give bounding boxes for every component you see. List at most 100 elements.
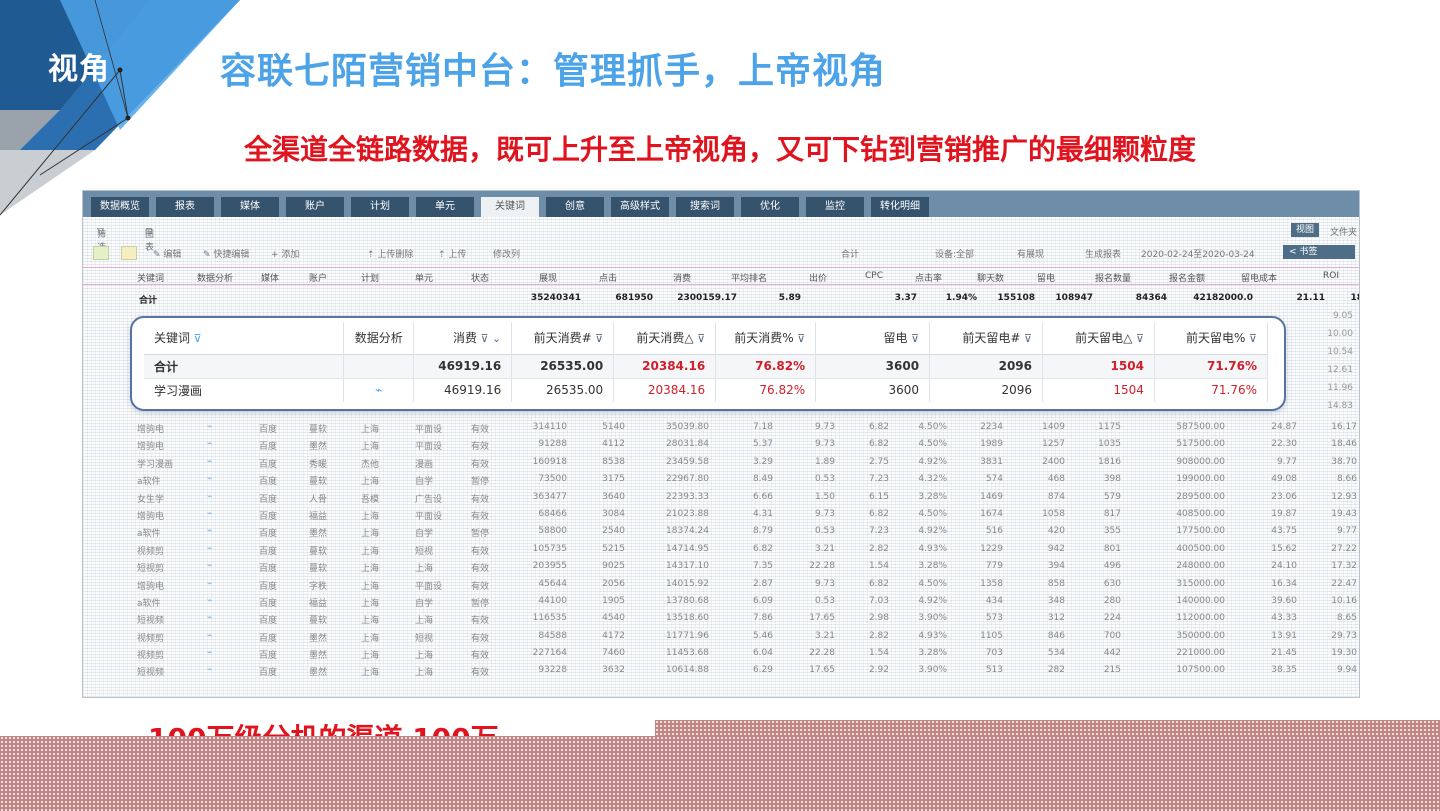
callout-header-9[interactable]: 前天留电% ⊽ <box>1154 322 1269 355</box>
device-select[interactable]: 设备:全部 <box>935 247 974 260</box>
column-header-4[interactable]: 计划 <box>361 271 379 284</box>
trend-icon[interactable]: ⌁ <box>207 474 212 484</box>
tab-6[interactable]: 关键词 <box>481 197 539 217</box>
table-row[interactable]: 增驹电 百度 蔓软 上海 平面设 有效 314110 5140 35039.80 7.18 9.73… <box>83 419 1359 436</box>
column-header-13[interactable]: 点击率 <box>915 271 942 284</box>
column-header-14[interactable]: 聊天数 <box>977 271 1004 284</box>
has-data-filter[interactable]: 有展现 <box>1017 247 1044 260</box>
column-header-11[interactable]: 出价 <box>809 271 827 284</box>
folder-button[interactable]: 文件夹 <box>1330 225 1357 238</box>
tab-9[interactable]: 搜索词 <box>676 197 734 217</box>
filter-icon[interactable]: ⊽ <box>1020 332 1032 345</box>
trend-icon[interactable]: ⌁ <box>207 631 212 641</box>
callout-header-6[interactable]: 留电 ⊽ <box>815 322 931 355</box>
total-toggle[interactable]: 合计 <box>841 247 859 260</box>
modify-columns-button[interactable]: 修改列 <box>493 247 520 260</box>
callout-header-2[interactable]: 消费 ⊽ ⌄ <box>413 322 513 355</box>
table-row[interactable]: 视频剪 百度 墨然 上海 短视 有效 84588 4172 11771.96 5.46 3.21 2.… <box>83 628 1359 645</box>
bookmark-button[interactable]: < 书签 <box>1283 245 1355 259</box>
trend-icon[interactable]: ⌁ <box>207 492 212 502</box>
tab-8[interactable]: 高级样式 <box>611 197 669 217</box>
column-header-17[interactable]: 报名金额 <box>1169 271 1205 284</box>
column-header-10[interactable]: 平均排名 <box>731 271 767 284</box>
upload-delete-button[interactable]: ⇡ 上传删除 <box>367 247 413 260</box>
data-analysis-cell[interactable] <box>343 354 415 379</box>
table-row[interactable]: 短视频 百度 蔓软 上海 上海 有效 116535 4540 13518.60 7.86 17.65… <box>83 610 1359 627</box>
trend-icon[interactable]: ⌁ <box>207 665 212 675</box>
table-row[interactable]: 短视频 百度 墨然 上海 上海 有效 93228 3632 10614.88 6.29 17.65 2… <box>83 662 1359 679</box>
trend-icon[interactable]: ⌁ <box>207 596 212 606</box>
table-row[interactable]: a软件 百度 蔓软 上海 自学 暂停 73500 3175 22967.80 8.49 0.53 7.… <box>83 471 1359 488</box>
quick-edit-button[interactable]: ✎ 快捷编辑 <box>203 247 249 260</box>
trend-icon[interactable]: ⌁ <box>375 383 382 397</box>
trend-icon[interactable]: ⌁ <box>207 561 212 571</box>
tab-12[interactable]: 转化明细 <box>871 197 929 217</box>
table-row[interactable]: 女生学 百度 人骨 吾模 广告设 有效 363477 3640 22393.33 6.66 1.50… <box>83 489 1359 506</box>
trend-icon[interactable]: ⌁ <box>207 457 212 467</box>
trend-icon[interactable]: ⌁ <box>207 544 212 554</box>
column-header-12[interactable]: CPC <box>865 271 883 281</box>
column-header-2[interactable]: 媒体 <box>261 271 279 284</box>
trend-icon[interactable]: ⌁ <box>207 613 212 623</box>
table-row[interactable]: 增驹电 百度 墨然 上海 平面设 有效 91288 4112 28031.84 5.37 9.73 6… <box>83 436 1359 453</box>
column-header-3[interactable]: 账户 <box>309 271 327 284</box>
column-header-15[interactable]: 留电 <box>1037 271 1055 284</box>
table-row[interactable]: 增驹电 百度 福益 上海 平面设 有效 68466 3084 21023.88 4.31 9.73 6… <box>83 506 1359 523</box>
add-button[interactable]: + 添加 <box>271 247 299 260</box>
callout-header-0[interactable]: 关键词 ⊽ <box>144 322 345 355</box>
filter-icon[interactable]: ⊽ <box>794 332 805 345</box>
table-row[interactable]: 增驹电 百度 字秩 上海 平面设 有效 45644 2056 14015.92 2.87 9.73 6… <box>83 576 1359 593</box>
trend-icon[interactable]: ⌁ <box>207 648 212 658</box>
data-analysis-cell[interactable]: ⌁ <box>343 378 415 402</box>
table-row[interactable]: 视频剪 百度 墨然 上海 上海 有效 227164 7460 11453.68 6.04 22.28… <box>83 645 1359 662</box>
table-row[interactable]: a软件 百度 墨然 上海 自学 暂停 58800 2540 18374.24 8.79 0.53 7.… <box>83 523 1359 540</box>
column-header-1[interactable]: 数据分析 <box>197 271 233 284</box>
filter-icon[interactable]: ⊽ <box>1132 332 1144 345</box>
column-header-19[interactable]: ROI <box>1323 271 1339 281</box>
trend-icon[interactable]: ⌁ <box>207 439 212 449</box>
sort-icon[interactable]: ⌄ <box>489 332 501 345</box>
tab-10[interactable]: 优化 <box>741 197 799 217</box>
tab-3[interactable]: 账户 <box>286 197 344 217</box>
trend-icon[interactable]: ⌁ <box>207 422 212 432</box>
callout-header-8[interactable]: 前天留电△ ⊽ <box>1042 322 1155 355</box>
callout-header-1[interactable]: 数据分析 <box>343 322 415 355</box>
tab-7[interactable]: 创意 <box>546 197 604 217</box>
callout-header-3[interactable]: 前天消费# ⊽ <box>511 322 615 355</box>
callout-header-7[interactable]: 前天留电# ⊽ <box>929 322 1043 355</box>
tab-1[interactable]: 报表 <box>156 197 214 217</box>
column-header-7[interactable]: 展现 <box>539 271 557 284</box>
column-header-5[interactable]: 单元 <box>415 271 433 284</box>
filter-icon[interactable]: ⊽ <box>694 332 705 345</box>
column-header-6[interactable]: 状态 <box>471 271 489 284</box>
filter-icon[interactable]: ⊽ <box>592 332 603 345</box>
tab-2[interactable]: 媒体 <box>221 197 279 217</box>
trend-icon[interactable]: ⌁ <box>207 579 212 589</box>
view-button[interactable]: 视图 <box>1290 223 1319 237</box>
callout-header-4[interactable]: 前天消费△ ⊽ <box>613 322 717 355</box>
tab-4[interactable]: 计划 <box>351 197 409 217</box>
filter-icon[interactable]: ⊽ <box>907 332 919 345</box>
trend-icon[interactable]: ⌁ <box>207 526 212 536</box>
edit-button[interactable]: ✎ 编辑 <box>153 247 181 260</box>
date-range-picker[interactable]: 2020-02-24至2020-03-24 <box>1141 247 1255 260</box>
generate-report-button[interactable]: 生成报表 <box>1085 247 1121 260</box>
table-row[interactable]: a软件 百度 福益 上海 自学 暂停 44100 1905 13780.68 6.09 0.53 7.… <box>83 593 1359 610</box>
column-header-0[interactable]: 关键词 <box>137 271 164 284</box>
column-header-18[interactable]: 留电成本 <box>1241 271 1277 284</box>
table-row[interactable]: 短视剪 百度 蔓软 上海 上海 有效 203955 9025 14317.10 7.35 22.28… <box>83 558 1359 575</box>
table-row[interactable]: 视频剪 百度 蔓软 上海 短视 有效 105735 5215 14714.95 6.82 3.21 2… <box>83 541 1359 558</box>
filter-icon[interactable]: ⊽ <box>190 332 202 345</box>
tab-5[interactable]: 单元 <box>416 197 474 217</box>
column-header-16[interactable]: 报名数量 <box>1095 271 1131 284</box>
upload-button[interactable]: ⇡ 上传 <box>438 247 466 260</box>
tab-0[interactable]: 数据概览 <box>91 197 149 217</box>
play-icon[interactable] <box>93 246 109 260</box>
filter-icon[interactable]: ⊽ <box>477 332 488 345</box>
pause-icon[interactable] <box>121 246 137 260</box>
column-header-8[interactable]: 点击 <box>599 271 617 284</box>
table-row[interactable]: 学习漫画 百度 秀暖 杰他 漫画 有效 160918 8538 23459.58 3.29 1.89… <box>83 454 1359 471</box>
column-header-9[interactable]: 消费 <box>673 271 691 284</box>
callout-header-5[interactable]: 前天消费% ⊽ <box>715 322 817 355</box>
trend-icon[interactable]: ⌁ <box>207 509 212 519</box>
